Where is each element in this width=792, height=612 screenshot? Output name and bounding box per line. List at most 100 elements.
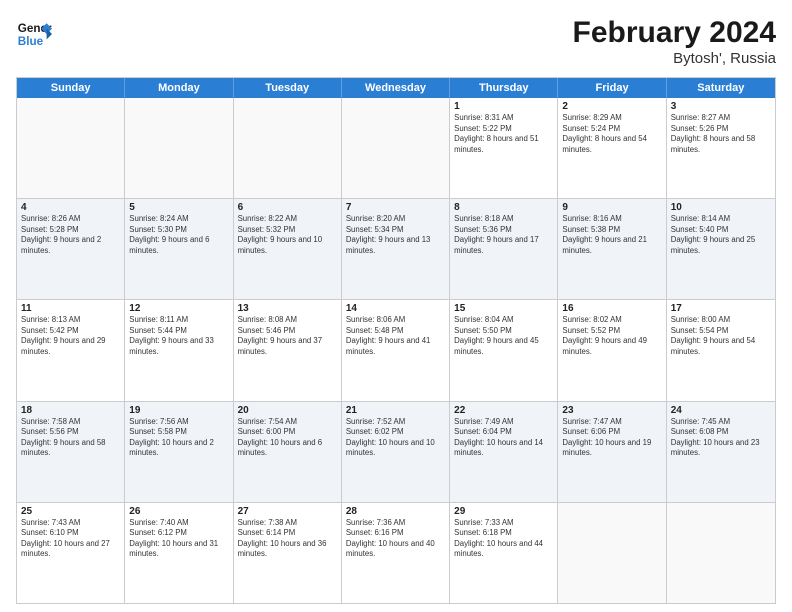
day-number: 29 — [454, 506, 553, 517]
calendar-cell: 8Sunrise: 8:18 AM Sunset: 5:36 PM Daylig… — [450, 199, 558, 299]
calendar-cell: 19Sunrise: 7:56 AM Sunset: 5:58 PM Dayli… — [125, 402, 233, 502]
day-number: 1 — [454, 101, 553, 112]
calendar-week-4: 18Sunrise: 7:58 AM Sunset: 5:56 PM Dayli… — [17, 401, 775, 502]
calendar-cell: 25Sunrise: 7:43 AM Sunset: 6:10 PM Dayli… — [17, 503, 125, 603]
day-number: 14 — [346, 303, 445, 314]
day-info: Sunrise: 8:31 AM Sunset: 5:22 PM Dayligh… — [454, 113, 553, 155]
day-number: 3 — [671, 101, 771, 112]
calendar-week-1: 1Sunrise: 8:31 AM Sunset: 5:22 PM Daylig… — [17, 98, 775, 198]
logo: General Blue — [16, 16, 52, 52]
calendar-week-5: 25Sunrise: 7:43 AM Sunset: 6:10 PM Dayli… — [17, 502, 775, 603]
day-info: Sunrise: 7:54 AM Sunset: 6:00 PM Dayligh… — [238, 417, 337, 459]
calendar-cell: 22Sunrise: 7:49 AM Sunset: 6:04 PM Dayli… — [450, 402, 558, 502]
day-number: 11 — [21, 303, 120, 314]
day-number: 27 — [238, 506, 337, 517]
calendar-cell: 9Sunrise: 8:16 AM Sunset: 5:38 PM Daylig… — [558, 199, 666, 299]
page: General Blue February 2024 Bytosh', Russ… — [0, 0, 792, 612]
calendar-week-3: 11Sunrise: 8:13 AM Sunset: 5:42 PM Dayli… — [17, 299, 775, 400]
header-wednesday: Wednesday — [342, 78, 450, 98]
day-info: Sunrise: 7:38 AM Sunset: 6:14 PM Dayligh… — [238, 518, 337, 560]
calendar-cell: 15Sunrise: 8:04 AM Sunset: 5:50 PM Dayli… — [450, 300, 558, 400]
calendar-cell: 27Sunrise: 7:38 AM Sunset: 6:14 PM Dayli… — [234, 503, 342, 603]
calendar-cell: 17Sunrise: 8:00 AM Sunset: 5:54 PM Dayli… — [667, 300, 775, 400]
day-number: 8 — [454, 202, 553, 213]
day-number: 5 — [129, 202, 228, 213]
day-number: 17 — [671, 303, 771, 314]
day-info: Sunrise: 8:22 AM Sunset: 5:32 PM Dayligh… — [238, 214, 337, 256]
calendar-cell: 14Sunrise: 8:06 AM Sunset: 5:48 PM Dayli… — [342, 300, 450, 400]
header: General Blue February 2024 Bytosh', Russ… — [16, 16, 776, 67]
calendar-cell: 11Sunrise: 8:13 AM Sunset: 5:42 PM Dayli… — [17, 300, 125, 400]
day-info: Sunrise: 7:52 AM Sunset: 6:02 PM Dayligh… — [346, 417, 445, 459]
day-info: Sunrise: 8:00 AM Sunset: 5:54 PM Dayligh… — [671, 315, 771, 357]
day-number: 13 — [238, 303, 337, 314]
header-sunday: Sunday — [17, 78, 125, 98]
day-info: Sunrise: 8:08 AM Sunset: 5:46 PM Dayligh… — [238, 315, 337, 357]
day-info: Sunrise: 8:06 AM Sunset: 5:48 PM Dayligh… — [346, 315, 445, 357]
day-info: Sunrise: 8:13 AM Sunset: 5:42 PM Dayligh… — [21, 315, 120, 357]
day-number: 26 — [129, 506, 228, 517]
location: Bytosh', Russia — [573, 50, 776, 67]
calendar-cell: 5Sunrise: 8:24 AM Sunset: 5:30 PM Daylig… — [125, 199, 233, 299]
day-info: Sunrise: 8:24 AM Sunset: 5:30 PM Dayligh… — [129, 214, 228, 256]
calendar-cell — [234, 98, 342, 198]
day-number: 28 — [346, 506, 445, 517]
day-number: 20 — [238, 405, 337, 416]
calendar-cell — [558, 503, 666, 603]
day-number: 21 — [346, 405, 445, 416]
day-info: Sunrise: 7:47 AM Sunset: 6:06 PM Dayligh… — [562, 417, 661, 459]
calendar-body: 1Sunrise: 8:31 AM Sunset: 5:22 PM Daylig… — [17, 98, 775, 603]
month-title: February 2024 — [573, 16, 776, 50]
calendar-cell: 2Sunrise: 8:29 AM Sunset: 5:24 PM Daylig… — [558, 98, 666, 198]
day-info: Sunrise: 7:56 AM Sunset: 5:58 PM Dayligh… — [129, 417, 228, 459]
calendar-cell: 29Sunrise: 7:33 AM Sunset: 6:18 PM Dayli… — [450, 503, 558, 603]
day-info: Sunrise: 8:02 AM Sunset: 5:52 PM Dayligh… — [562, 315, 661, 357]
day-info: Sunrise: 7:40 AM Sunset: 6:12 PM Dayligh… — [129, 518, 228, 560]
day-number: 10 — [671, 202, 771, 213]
header-thursday: Thursday — [450, 78, 558, 98]
header-monday: Monday — [125, 78, 233, 98]
calendar-cell — [667, 503, 775, 603]
calendar-cell: 6Sunrise: 8:22 AM Sunset: 5:32 PM Daylig… — [234, 199, 342, 299]
calendar-cell: 20Sunrise: 7:54 AM Sunset: 6:00 PM Dayli… — [234, 402, 342, 502]
day-info: Sunrise: 7:43 AM Sunset: 6:10 PM Dayligh… — [21, 518, 120, 560]
day-number: 6 — [238, 202, 337, 213]
day-info: Sunrise: 8:14 AM Sunset: 5:40 PM Dayligh… — [671, 214, 771, 256]
day-info: Sunrise: 8:27 AM Sunset: 5:26 PM Dayligh… — [671, 113, 771, 155]
day-info: Sunrise: 8:18 AM Sunset: 5:36 PM Dayligh… — [454, 214, 553, 256]
calendar-cell: 12Sunrise: 8:11 AM Sunset: 5:44 PM Dayli… — [125, 300, 233, 400]
calendar-cell: 23Sunrise: 7:47 AM Sunset: 6:06 PM Dayli… — [558, 402, 666, 502]
day-number: 7 — [346, 202, 445, 213]
day-info: Sunrise: 7:45 AM Sunset: 6:08 PM Dayligh… — [671, 417, 771, 459]
calendar-cell: 21Sunrise: 7:52 AM Sunset: 6:02 PM Dayli… — [342, 402, 450, 502]
calendar-cell — [17, 98, 125, 198]
day-number: 22 — [454, 405, 553, 416]
day-number: 9 — [562, 202, 661, 213]
day-number: 19 — [129, 405, 228, 416]
calendar-cell: 10Sunrise: 8:14 AM Sunset: 5:40 PM Dayli… — [667, 199, 775, 299]
calendar-week-2: 4Sunrise: 8:26 AM Sunset: 5:28 PM Daylig… — [17, 198, 775, 299]
day-info: Sunrise: 8:20 AM Sunset: 5:34 PM Dayligh… — [346, 214, 445, 256]
calendar-cell: 3Sunrise: 8:27 AM Sunset: 5:26 PM Daylig… — [667, 98, 775, 198]
calendar: Sunday Monday Tuesday Wednesday Thursday… — [16, 77, 776, 604]
day-number: 4 — [21, 202, 120, 213]
logo-icon: General Blue — [16, 16, 52, 52]
day-info: Sunrise: 8:11 AM Sunset: 5:44 PM Dayligh… — [129, 315, 228, 357]
day-number: 15 — [454, 303, 553, 314]
day-info: Sunrise: 8:04 AM Sunset: 5:50 PM Dayligh… — [454, 315, 553, 357]
svg-text:Blue: Blue — [18, 35, 44, 48]
day-info: Sunrise: 7:58 AM Sunset: 5:56 PM Dayligh… — [21, 417, 120, 459]
day-number: 16 — [562, 303, 661, 314]
calendar-cell: 26Sunrise: 7:40 AM Sunset: 6:12 PM Dayli… — [125, 503, 233, 603]
day-info: Sunrise: 7:49 AM Sunset: 6:04 PM Dayligh… — [454, 417, 553, 459]
calendar-header: Sunday Monday Tuesday Wednesday Thursday… — [17, 78, 775, 98]
calendar-cell — [125, 98, 233, 198]
calendar-cell: 4Sunrise: 8:26 AM Sunset: 5:28 PM Daylig… — [17, 199, 125, 299]
calendar-cell: 18Sunrise: 7:58 AM Sunset: 5:56 PM Dayli… — [17, 402, 125, 502]
day-info: Sunrise: 8:29 AM Sunset: 5:24 PM Dayligh… — [562, 113, 661, 155]
day-info: Sunrise: 8:26 AM Sunset: 5:28 PM Dayligh… — [21, 214, 120, 256]
day-number: 25 — [21, 506, 120, 517]
day-info: Sunrise: 7:36 AM Sunset: 6:16 PM Dayligh… — [346, 518, 445, 560]
day-info: Sunrise: 8:16 AM Sunset: 5:38 PM Dayligh… — [562, 214, 661, 256]
day-info: Sunrise: 7:33 AM Sunset: 6:18 PM Dayligh… — [454, 518, 553, 560]
